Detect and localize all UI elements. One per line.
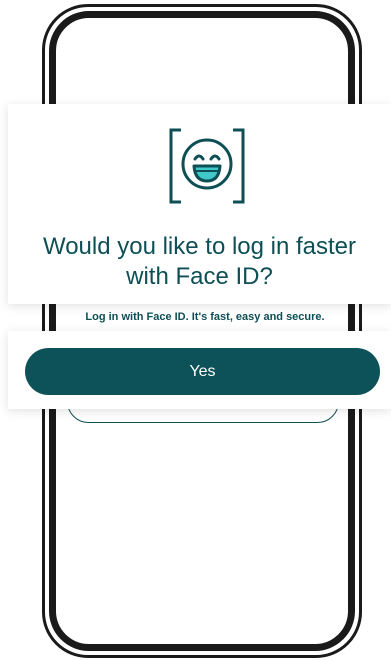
- action-card: Yes: [8, 331, 391, 409]
- yes-button[interactable]: Yes: [25, 348, 380, 395]
- face-id-smile-icon: [169, 128, 245, 204]
- page-title: Would you like to log in faster with Fac…: [8, 232, 391, 292]
- title-line-2: with Face ID?: [126, 263, 273, 290]
- face-id-prompt-card: Would you like to log in faster with Fac…: [8, 104, 391, 304]
- face-id-description: Log in with Face ID. It's fast, easy and…: [85, 311, 325, 323]
- screen: Log in with Face ID. It's fast, easy and…: [0, 0, 391, 660]
- title-line-1: Would you like to log in faster: [42, 233, 357, 260]
